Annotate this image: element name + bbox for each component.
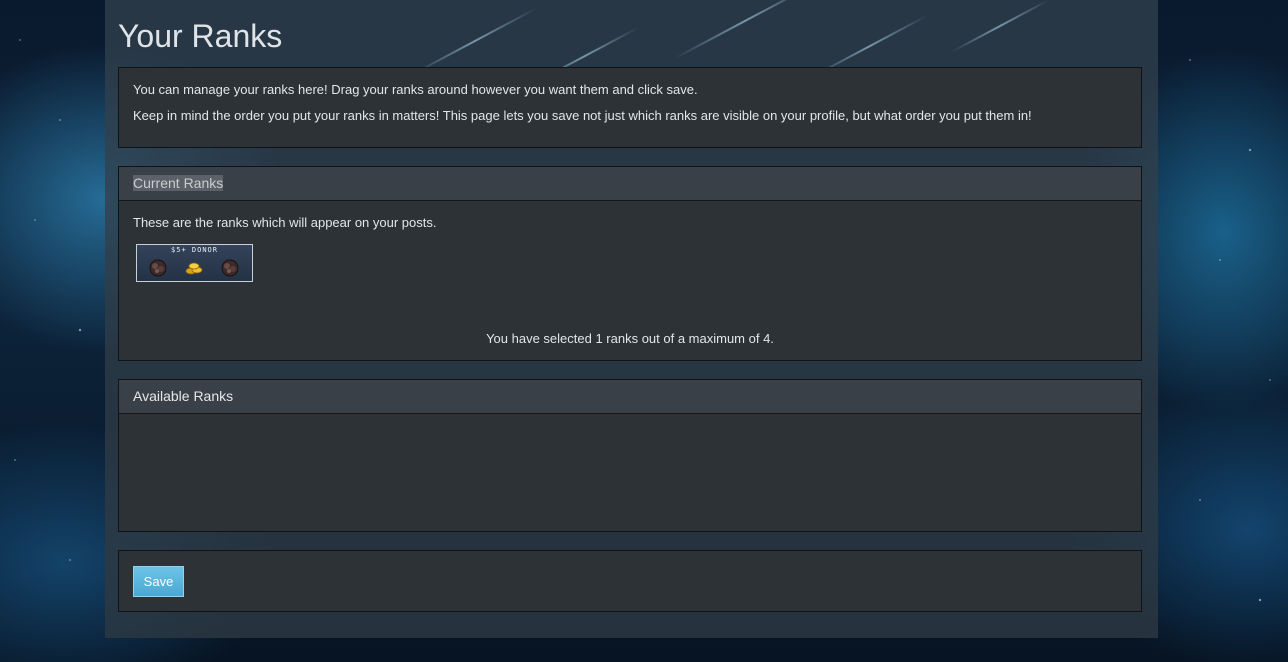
- current-ranks-description: These are the ranks which will appear on…: [133, 215, 437, 230]
- light-streak: [950, 0, 1050, 53]
- intro-panel: You can manage your ranks here! Drag you…: [118, 67, 1142, 148]
- dark-gem-icon: [149, 259, 167, 277]
- current-ranks-heading: Current Ranks: [133, 175, 224, 191]
- available-ranks-panel[interactable]: Available Ranks: [118, 379, 1142, 532]
- light-streak: [412, 7, 538, 75]
- dark-gem-icon: [221, 259, 239, 277]
- save-button[interactable]: Save: [133, 566, 184, 597]
- content-wrapper: Your Ranks You can manage your ranks her…: [105, 0, 1158, 638]
- available-ranks-header: Available Ranks: [119, 380, 1141, 414]
- current-ranks-panel: Current Ranks These are the ranks which …: [118, 166, 1142, 361]
- current-ranks-header: Current Ranks: [119, 167, 1141, 201]
- page-title: Your Ranks: [118, 18, 283, 54]
- gold-coins-icon: [185, 262, 203, 275]
- rank-count-text: You have selected 1 ranks out of a maxim…: [486, 331, 774, 346]
- intro-text-line-2: Keep in mind the order you put your rank…: [133, 108, 1032, 123]
- rank-badge-label: $5+ DONOR: [171, 246, 218, 254]
- rank-badge-donor[interactable]: $5+ DONOR: [136, 244, 253, 282]
- intro-text-line-1: You can manage your ranks here! Drag you…: [133, 82, 698, 97]
- light-streak: [673, 0, 817, 60]
- save-panel: Save: [118, 550, 1142, 612]
